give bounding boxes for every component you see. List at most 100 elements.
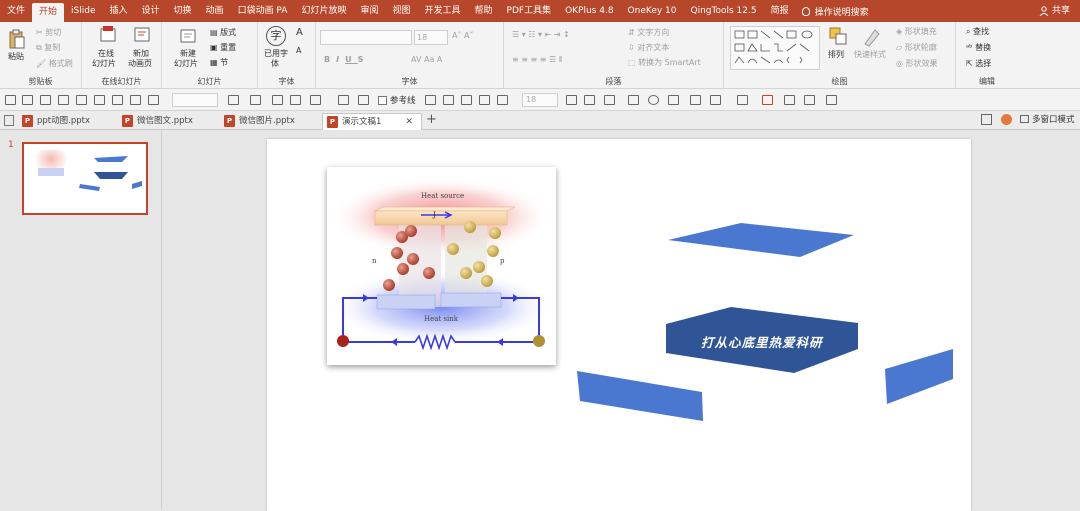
- toolbar-icon-11[interactable]: [250, 95, 261, 105]
- blue-parallelogram-right[interactable]: [885, 349, 953, 404]
- online-slides-button[interactable]: [100, 26, 116, 46]
- toolbar-icon-21[interactable]: [497, 95, 508, 105]
- toolbar-icon-29[interactable]: [710, 95, 721, 105]
- font-size-combo[interactable]: 18: [414, 30, 448, 45]
- shape-effects-button[interactable]: ◎ 形状效果: [896, 59, 938, 69]
- toolbar-icon-18[interactable]: [443, 95, 454, 105]
- toolbar-icon-23[interactable]: [584, 95, 595, 105]
- reset-button[interactable]: ▣ 重置: [210, 43, 236, 53]
- toolbar-icon-26[interactable]: [648, 95, 659, 105]
- char-spacing-icon[interactable]: AV Aa A: [411, 55, 442, 65]
- font-style-buttons[interactable]: BIUS: [324, 55, 369, 65]
- tab-briefing[interactable]: 简报: [764, 0, 796, 22]
- font-shrink-icon[interactable]: A: [296, 46, 301, 56]
- new-animation-page-button[interactable]: [134, 26, 150, 46]
- tell-me-search[interactable]: 操作说明搜索: [796, 5, 869, 18]
- toolbar-icon-22[interactable]: [566, 95, 577, 105]
- thermoelectric-figure[interactable]: Heat source J n p Heat sink: [327, 167, 556, 365]
- toolbar-icon-17[interactable]: [425, 95, 436, 105]
- font-grow-icon[interactable]: A: [296, 28, 303, 38]
- copy-button[interactable]: ⧉ 复制: [36, 43, 60, 53]
- tab-home[interactable]: 开始: [32, 3, 65, 22]
- tab-onekey[interactable]: OneKey 10: [621, 0, 684, 22]
- replace-button[interactable]: ᵃᵇ 替换: [966, 43, 991, 53]
- doc-tab-1[interactable]: P ppt动图.pptx: [18, 113, 118, 130]
- tab-transitions[interactable]: 切换: [167, 0, 199, 22]
- toolbar-icon-16[interactable]: [358, 95, 369, 105]
- tab-qingtools[interactable]: QingTools 12.5: [684, 0, 764, 22]
- tab-insert[interactable]: 插入: [103, 0, 135, 22]
- toolbar-icon-30[interactable]: [737, 95, 748, 105]
- shape-fill-button[interactable]: ◈ 形状填充: [896, 27, 937, 37]
- toolbar-icon-34[interactable]: [826, 95, 837, 105]
- tab-animations[interactable]: 动画: [199, 0, 231, 22]
- toolbar-icon-9[interactable]: [148, 95, 159, 105]
- blue-parallelogram-top[interactable]: [668, 223, 854, 257]
- font-combo[interactable]: [172, 93, 218, 107]
- toolbar-icon-8[interactable]: [130, 95, 141, 105]
- toolbar-icon-19[interactable]: [461, 95, 472, 105]
- toolbar-icon-33[interactable]: [804, 95, 815, 105]
- quick-styles-button[interactable]: [861, 26, 883, 51]
- toolbar-icon-27[interactable]: [668, 95, 679, 105]
- shapes-gallery[interactable]: [730, 26, 820, 70]
- size-combo[interactable]: 18: [522, 93, 558, 107]
- toolbar-icon-1[interactable]: [5, 95, 16, 105]
- tab-file[interactable]: 文件: [0, 0, 32, 22]
- doc-tab-3[interactable]: P 微信图片.pptx: [220, 113, 322, 130]
- toolbar-icon-20[interactable]: [479, 95, 490, 105]
- new-slide-button[interactable]: [180, 27, 198, 48]
- toolbar-icon-3[interactable]: [40, 95, 51, 105]
- find-button[interactable]: ⌕ 查找: [966, 27, 989, 37]
- toolbar-icon-2[interactable]: [22, 95, 33, 105]
- text-direction-button[interactable]: ⇵ 文字方向: [628, 28, 669, 38]
- list-buttons[interactable]: ☰ ▾ ☷ ▾ ⇤ ⇥ ↕: [512, 30, 570, 40]
- toolbar-icon-31[interactable]: [762, 95, 773, 105]
- tab-help[interactable]: 帮助: [468, 0, 500, 22]
- paste-button[interactable]: [9, 29, 25, 49]
- section-button[interactable]: ▦ 节: [210, 58, 228, 68]
- used-font-icon[interactable]: 字: [266, 26, 286, 46]
- tab-pocket-animation[interactable]: 口袋动画 PA: [231, 0, 295, 22]
- slide-thumbnail-1[interactable]: [22, 142, 148, 215]
- align-text-button[interactable]: ⇳ 对齐文本: [628, 43, 669, 53]
- toolbar-icon-14[interactable]: [310, 95, 321, 105]
- toolbar-icon-15[interactable]: [338, 95, 349, 105]
- toolbar-icon-5[interactable]: [76, 95, 87, 105]
- tab-developer[interactable]: 开发工具: [417, 0, 467, 22]
- guides-checkbox[interactable]: 参考线: [378, 94, 416, 106]
- tab-islide[interactable]: iSlide: [64, 0, 102, 22]
- toolbar-icon-10[interactable]: [228, 95, 239, 105]
- slide[interactable]: Heat source J n p Heat sink 打从心底里热爱科研: [267, 139, 971, 511]
- toolbar-icon-6[interactable]: [94, 95, 105, 105]
- window-settings-icon[interactable]: [981, 114, 992, 125]
- new-tab-icon[interactable]: +: [426, 111, 437, 129]
- toolbar-icon-7[interactable]: [112, 95, 123, 105]
- select-button[interactable]: ⇱ 选择: [966, 59, 991, 69]
- multi-window-button[interactable]: 多窗口模式: [1020, 113, 1075, 125]
- arrange-button[interactable]: [828, 26, 848, 49]
- tab-okplus[interactable]: OKPlus 4.8: [558, 0, 620, 22]
- toolbar-icon-12[interactable]: [272, 95, 283, 105]
- align-buttons[interactable]: ≡ ≡ ≡ ≡ ☰ ⫴: [512, 55, 562, 65]
- tab-design[interactable]: 设计: [135, 0, 167, 22]
- tab-view[interactable]: 视图: [385, 0, 417, 22]
- cut-button[interactable]: ✂ 剪切: [36, 28, 61, 38]
- doc-tab-2[interactable]: P 微信图文.pptx: [118, 113, 220, 130]
- tab-slideshow[interactable]: 幻灯片放映: [294, 0, 353, 22]
- tab-list-icon[interactable]: [4, 115, 14, 126]
- gear-icon[interactable]: [1001, 114, 1012, 125]
- shape-outline-button[interactable]: ▱ 形状轮廓: [896, 43, 937, 53]
- slide-text[interactable]: 打从心底里热爱科研: [701, 332, 823, 351]
- toolbar-icon-4[interactable]: [58, 95, 69, 105]
- format-painter-button[interactable]: 🖌 格式刷: [36, 59, 73, 69]
- toolbar-icon-25[interactable]: [628, 95, 639, 105]
- toolbar-icon-24[interactable]: [604, 95, 615, 105]
- smartart-button[interactable]: ⬚ 转换为 SmartArt: [628, 58, 701, 68]
- font-name-combo[interactable]: [320, 30, 412, 45]
- layout-button[interactable]: ▤ 版式: [210, 28, 236, 38]
- tab-pdf-tools[interactable]: PDF工具集: [500, 0, 559, 22]
- tab-review[interactable]: 审阅: [353, 0, 385, 22]
- toolbar-icon-28[interactable]: [690, 95, 701, 105]
- doc-tab-4[interactable]: P 演示文稿1 ✕: [322, 113, 422, 130]
